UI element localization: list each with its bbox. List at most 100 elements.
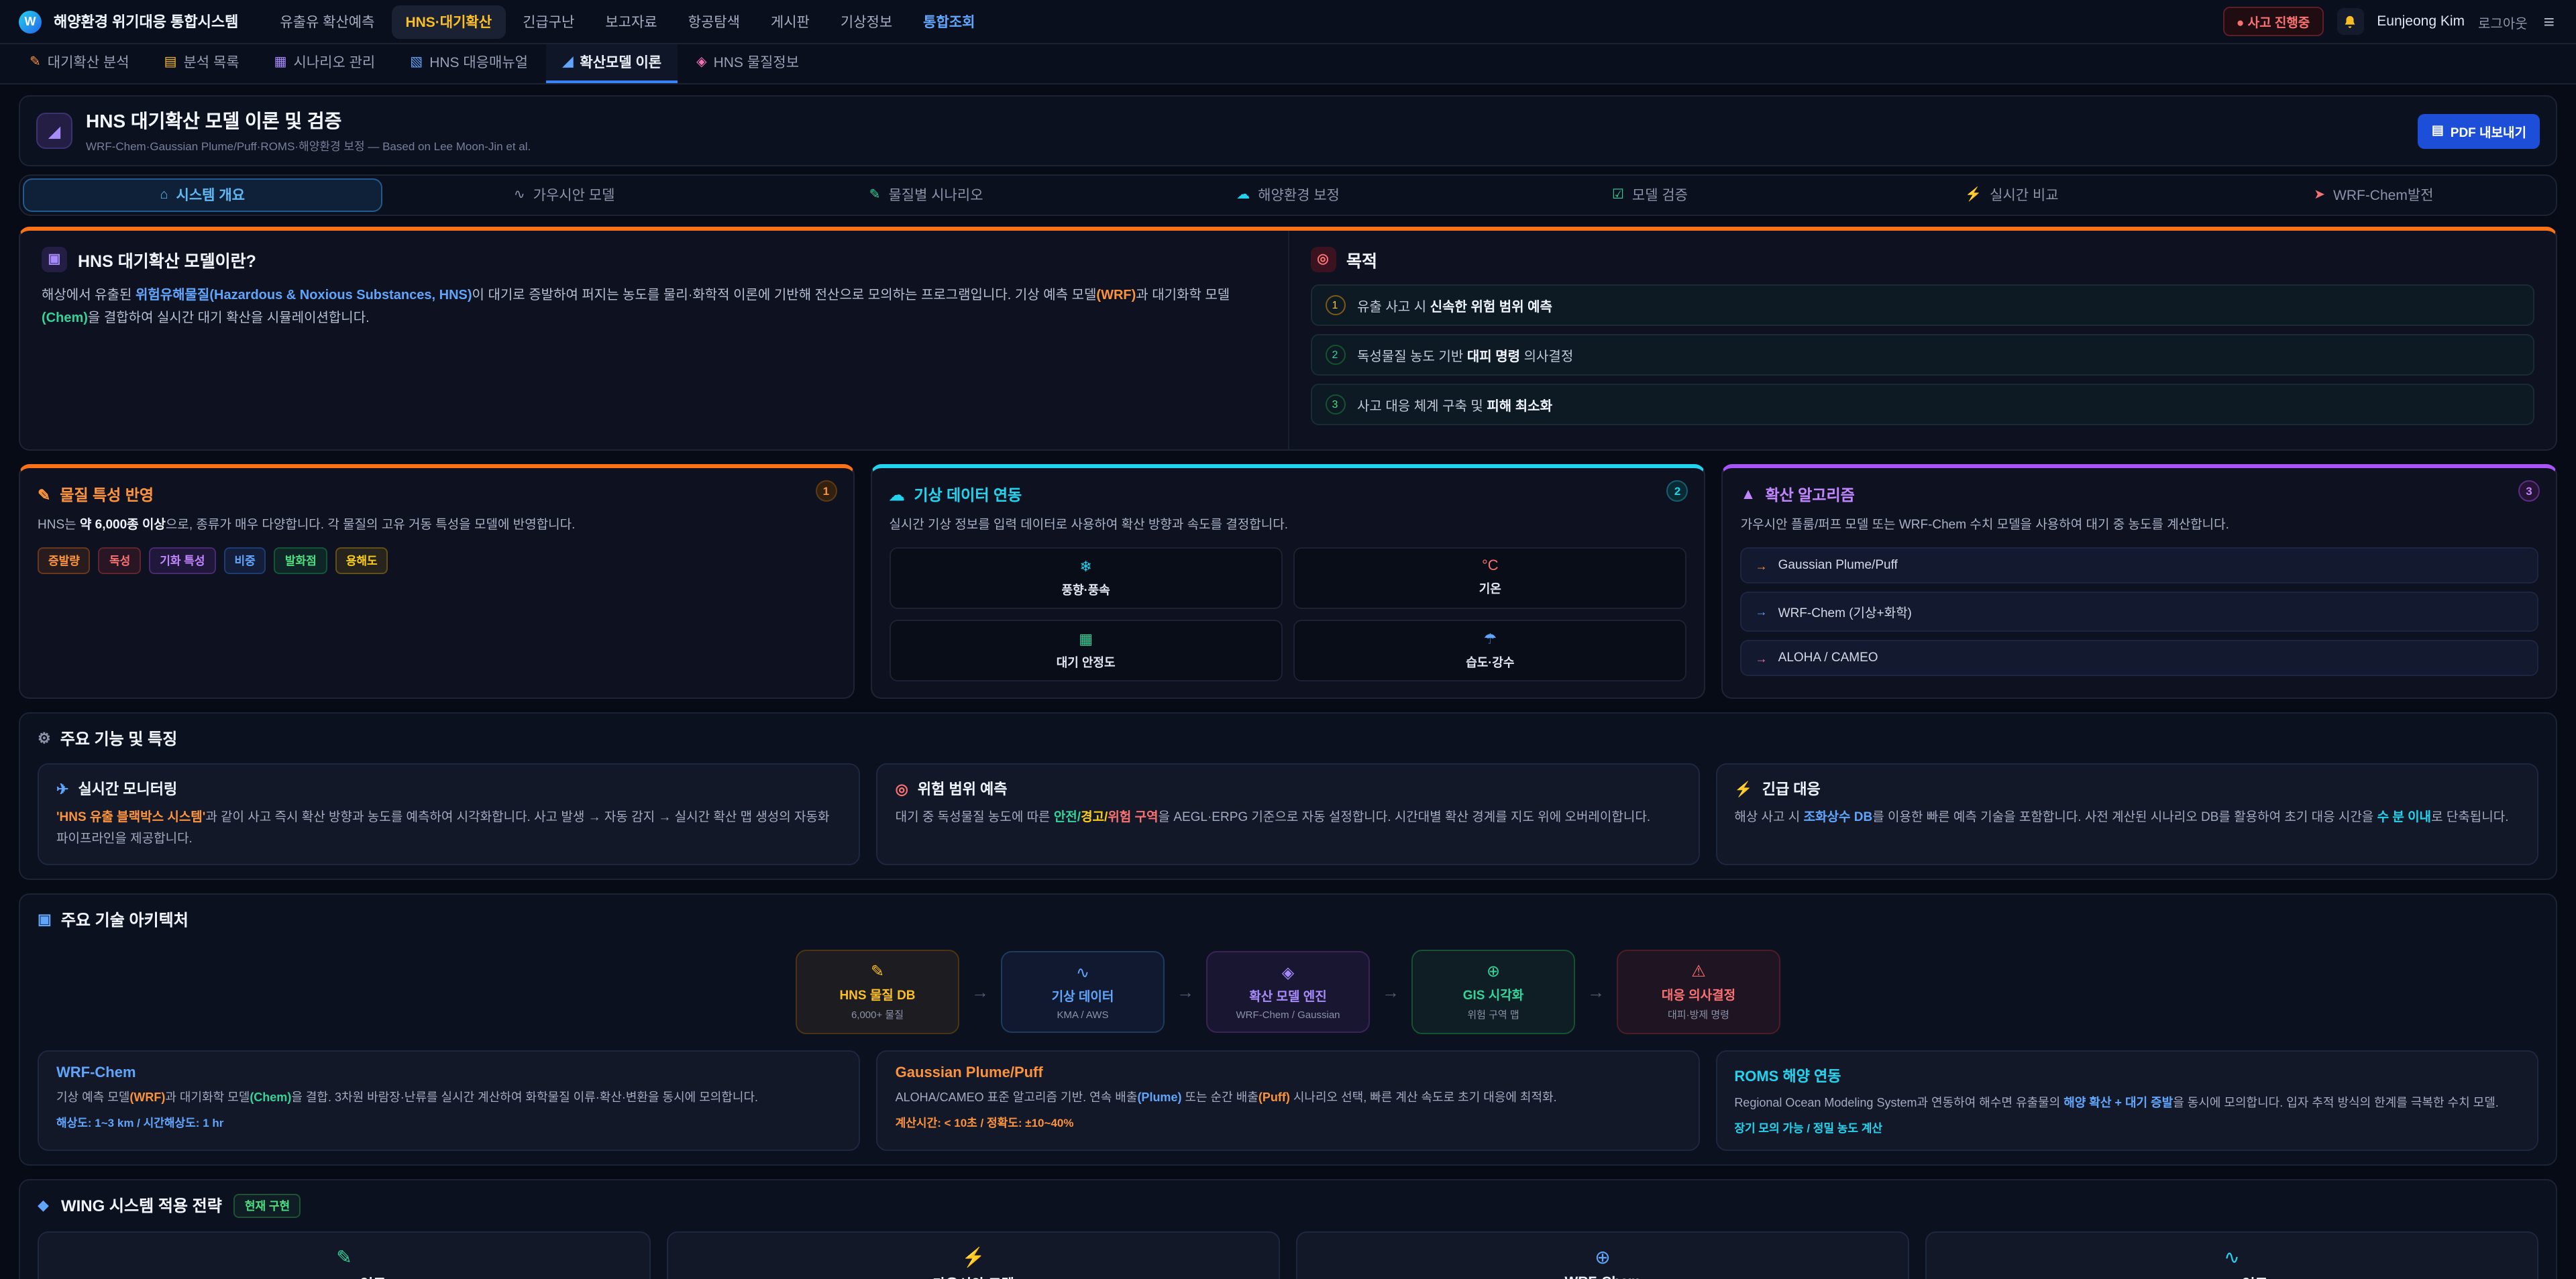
strategy-title: HNS DB 연동	[303, 1274, 386, 1279]
tab-label: 물질별 시나리오	[888, 185, 983, 205]
alert-icon: ⚠	[1691, 961, 1706, 980]
purpose-item: 2 독성물질 농도 기반 대피 명령 의사결정	[1310, 334, 2534, 376]
top-navbar: W 해양환경 위기대응 통합시스템 유출유 확산예측 HNS·대기확산 긴급구난…	[0, 0, 2576, 44]
flow-node-subtitle: 6,000+ 물질	[851, 1007, 904, 1021]
tab-label: 실시간 비교	[1990, 185, 2058, 205]
list-icon: ▤	[164, 55, 177, 70]
logout-button[interactable]: 로그아웃	[2478, 11, 2528, 32]
weather-box-temperature: °C 기온	[1293, 547, 1687, 609]
flow-node-subtitle: WRF-Chem / Gaussian	[1236, 1008, 1340, 1020]
flow-arrow-icon: →	[1382, 981, 1399, 1001]
number-badge: 1	[1325, 295, 1345, 315]
cloud-icon: ☁	[1236, 188, 1250, 203]
nav-item-reports[interactable]: 보고자료	[592, 5, 670, 38]
document-icon: ▤	[2432, 123, 2444, 138]
intro-text: 해상에서 유출된	[42, 288, 136, 303]
features-grid: ✈ 실시간 모니터링 'HNS 유출 블랙박스 시스템'과 같이 사고 즉시 확…	[38, 763, 2538, 865]
intro-paragraph: 해상에서 유출된 위험유해물질(Hazardous & Noxious Subs…	[42, 284, 1266, 330]
tab-wrf-chem-evolution[interactable]: ➤ WRF-Chem발전	[2194, 178, 2553, 212]
model-components-section: 1 ✎ 물질 특성 반영 HNS는 약 6,000종 이상으로, 종류가 매우 …	[19, 464, 2557, 699]
ruler-icon: ◢	[563, 55, 573, 70]
tab-gaussian-model[interactable]: ∿ 가우시안 모델	[384, 178, 743, 212]
pencil-icon: ✎	[871, 961, 884, 980]
ruler-triangle-icon: ◢	[36, 113, 72, 149]
book-icon: ▧	[410, 55, 423, 70]
notification-bell-icon[interactable]	[2337, 8, 2363, 35]
tab-model-validation[interactable]: ☑ 모델 검증	[1470, 178, 1829, 212]
subnav-item-diffusion-analysis[interactable]: ✎ 대기확산 분석	[13, 44, 146, 83]
gear-icon: ⚙	[38, 730, 51, 747]
tech-stats: 장기 모의 가능 / 정밀 농도 계산	[1734, 1120, 2520, 1136]
card-description: 실시간 기상 정보를 입력 데이터로 사용하여 확산 방향과 속도를 결정합니다…	[889, 515, 1686, 535]
card-title: 기상 데이터 연동	[914, 484, 1022, 506]
card-description: HNS는 약 6,000종 이상으로, 종류가 매우 다양합니다. 각 물질의 …	[38, 515, 835, 535]
step-number-badge: 1	[815, 480, 837, 502]
feature-title: 위험 범위 예측	[918, 778, 1008, 799]
tech-description: 기상 예측 모델(WRF)과 대기화학 모델(Chem)을 결합. 3차원 바람…	[56, 1087, 842, 1107]
card-title-row: ▲ 확산 알고리즘	[1741, 484, 2538, 506]
subnav-item-hns-substance-info[interactable]: ◈ HNS 물질정보	[680, 44, 815, 83]
intro-text: 을 결합하여 실시간 대기 확산을 시뮬레이션합니다.	[88, 311, 370, 326]
intro-purpose-section: ▣ HNS 대기확산 모델이란? 해상에서 유출된 위험유해물질(Hazardo…	[19, 227, 2557, 451]
card-title: 물질 특성 반영	[60, 484, 154, 506]
tag-vaporization: 기화 특성	[149, 547, 215, 574]
hamburger-menu-icon[interactable]: ≡	[2541, 11, 2557, 32]
subnav-label: HNS 대응매뉴얼	[429, 52, 528, 72]
intro-highlight-wrf: (WRF)	[1096, 288, 1136, 303]
algorithm-label: Gaussian Plume/Puff	[1778, 558, 1898, 573]
number-badge: 2	[1325, 345, 1345, 365]
globe-icon: ⊕	[1595, 1246, 1610, 1269]
tab-realtime-comparison[interactable]: ⚡ 실시간 비교	[1832, 178, 2191, 212]
intro-panel: ▣ HNS 대기확산 모델이란? 해상에서 유출된 위험유해물질(Hazardo…	[20, 231, 1289, 449]
subnav-item-scenario-management[interactable]: ▦ 시나리오 관리	[258, 44, 392, 83]
tab-system-overview[interactable]: ⌂ 시스템 개요	[23, 178, 382, 212]
strategy-title: WRF-Chem	[1564, 1274, 1640, 1279]
nav-item-aerial-search[interactable]: 항공탐색	[675, 5, 753, 38]
algorithm-item: → ALOHA / CAMEO	[1741, 640, 2538, 676]
main-navigation: 유출유 확산예측 HNS·대기확산 긴급구난 보고자료 항공탐색 게시판 기상정…	[266, 5, 988, 38]
tab-substance-scenarios[interactable]: ✎ 물질별 시나리오	[747, 178, 1106, 212]
nav-item-oil-spill-prediction[interactable]: 유출유 확산예측	[266, 5, 388, 38]
wing-strategy-section: ◆ WING 시스템 적용 전략 현재 구현 ✎ HNS DB 연동 CHRIS…	[19, 1179, 2557, 1279]
intro-text: 과 대기화학 모델	[1136, 288, 1230, 303]
subnav-item-hns-response-manual[interactable]: ▧ HNS 대응매뉴얼	[394, 44, 544, 83]
flow-arrow-icon: →	[1177, 981, 1194, 1001]
checkbox-icon: ☑	[1612, 188, 1624, 203]
nav-item-integrated-search[interactable]: 통합조회	[910, 5, 988, 38]
section-title: 주요 기능 및 특징	[60, 727, 178, 750]
arrow-icon: →	[1756, 605, 1768, 618]
purpose-text: 유출 사고 시 신속한 위험 범위 예측	[1357, 295, 1552, 315]
nav-item-weather-info[interactable]: 기상정보	[827, 5, 906, 38]
strategy-title: 가우시안 모델	[932, 1274, 1014, 1279]
pencil-icon: ✎	[869, 188, 881, 203]
section-title: 주요 기술 아키텍처	[61, 907, 189, 930]
page-title: HNS 대기확산 모델 이론 및 검증	[86, 107, 531, 134]
architecture-section: ▣ 주요 기술 아키텍처 ✎ HNS 물질 DB 6,000+ 물질 → ∿ 기…	[19, 893, 2557, 1166]
feature-text: 대기 중 독성물질 농도에 따른 안전/경고/위험 구역을 AEGL·ERPG …	[896, 808, 1681, 828]
subnav-item-diffusion-model-theory[interactable]: ◢ 확산모델 이론	[547, 44, 678, 83]
app-logo-icon: W	[19, 10, 42, 33]
pdf-export-button[interactable]: ▤ PDF 내보내기	[2418, 113, 2540, 148]
subnav-item-analysis-list[interactable]: ▤ 분석 목록	[148, 44, 256, 83]
strategy-card-roms: ∿ ROMS 연동 해양·대기 결합 장기 거동 지원	[1925, 1231, 2538, 1279]
tag-evaporation: 증발량	[38, 547, 91, 574]
triangle-icon: ▲	[1741, 487, 1756, 503]
sub-navigation: ✎ 대기확산 분석 ▤ 분석 목록 ▦ 시나리오 관리 ▧ HNS 대응매뉴얼 …	[0, 44, 2576, 85]
wind-icon: ❄	[1079, 558, 1091, 575]
lightning-icon: ⚡	[1734, 780, 1752, 797]
strategy-cards: ✎ HNS DB 연동 CHRIS/CAMEO DB 6,000+종 물질 정보…	[38, 1231, 2538, 1279]
tab-marine-environment-correction[interactable]: ☁ 해양환경 보정	[1108, 178, 1467, 212]
intro-highlight-chem: (Chem)	[42, 311, 88, 326]
intro-text: 이 대기로 증발하여 퍼지는 농도를 물리·화학적 이론에 기반해 전산으로 모…	[472, 288, 1097, 303]
nav-item-board[interactable]: 게시판	[757, 5, 823, 38]
nav-item-emergency-rescue[interactable]: 긴급구난	[509, 5, 588, 38]
incident-status-badge[interactable]: ● 사고 진행중	[2223, 7, 2323, 36]
nav-item-hns-air-diffusion[interactable]: HNS·대기확산	[392, 5, 505, 38]
tech-title: ROMS 해양 연동	[1734, 1064, 2520, 1086]
feature-title: 긴급 대응	[1762, 778, 1821, 799]
user-name: Eunjeong Kim	[2377, 13, 2465, 30]
intro-highlight-hns: 위험유해물질(Hazardous & Noxious Substances, H…	[136, 288, 472, 303]
lightning-icon: ⚡	[1965, 188, 1982, 203]
feature-realtime-monitoring: ✈ 실시간 모니터링 'HNS 유출 블랙박스 시스템'과 같이 사고 즉시 확…	[38, 763, 861, 865]
architecture-flow-diagram: ✎ HNS 물질 DB 6,000+ 물질 → ∿ 기상 데이터 KMA / A…	[38, 944, 2538, 1050]
